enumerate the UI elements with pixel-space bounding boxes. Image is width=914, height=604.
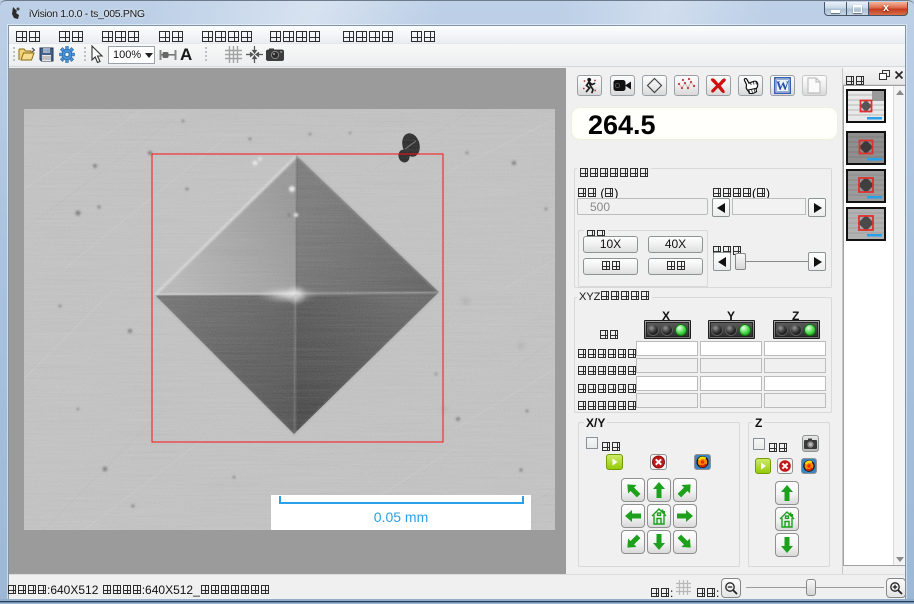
svg-text:0.05 mm: 0.05 mm [374,509,428,525]
svg-text:W: W [776,78,789,93]
